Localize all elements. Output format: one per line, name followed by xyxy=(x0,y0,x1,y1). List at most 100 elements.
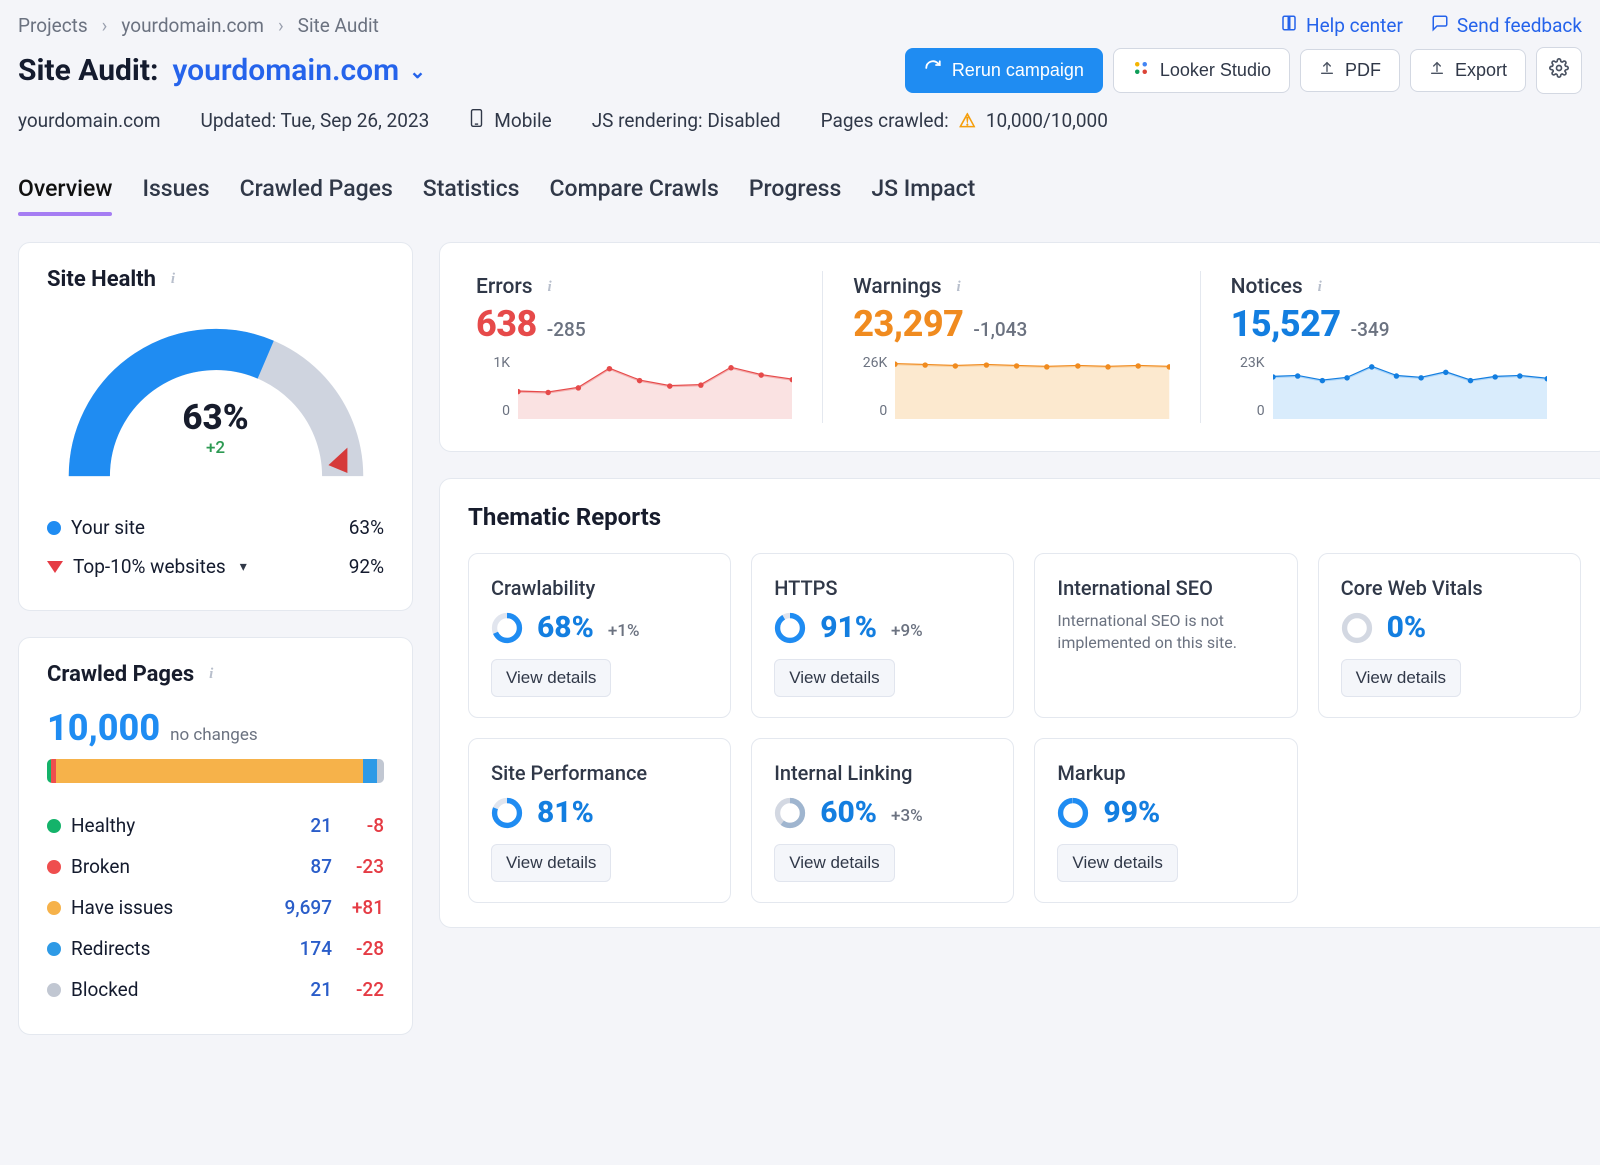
domain-select-label: yourdomain.com xyxy=(172,53,399,88)
report-core-web-vitals: Core Web Vitals 0% View details xyxy=(1318,553,1581,718)
chat-icon xyxy=(1431,14,1449,37)
report-internal-linking: Internal Linking 60% +3% View details xyxy=(751,738,1014,903)
rerun-campaign-button[interactable]: Rerun campaign xyxy=(905,48,1103,93)
kpi-notices[interactable]: Noticesi 15,527 -349 23K0 xyxy=(1200,271,1577,423)
kpi-errors[interactable]: Errorsi 638 -285 1K0 xyxy=(472,271,822,423)
kpi-card: Errorsi 638 -285 1K0 xyxy=(439,242,1600,452)
tab-crawled-pages[interactable]: Crawled Pages xyxy=(240,165,393,216)
info-icon[interactable]: i xyxy=(950,278,968,296)
dot-icon xyxy=(47,819,61,833)
kpi-notices-value: 15,527 xyxy=(1231,303,1341,345)
send-feedback-link[interactable]: Send feedback xyxy=(1431,14,1582,37)
crawl-row-broken[interactable]: Broken 87 -23 xyxy=(47,846,384,887)
breadcrumb-projects[interactable]: Projects xyxy=(18,14,88,37)
view-details-button[interactable]: View details xyxy=(1057,844,1177,882)
looker-studio-button[interactable]: Looker Studio xyxy=(1113,48,1290,93)
kpi-warnings[interactable]: Warningsi 23,297 -1,043 26K0 xyxy=(822,271,1199,423)
notices-sparkline xyxy=(1273,355,1547,419)
js-rendering-label: JS rendering: Disabled xyxy=(592,109,781,132)
tab-compare-crawls[interactable]: Compare Crawls xyxy=(550,165,719,216)
legend-top10[interactable]: Top-10% websites▾ 92% xyxy=(47,547,384,586)
crawl-row-redirects[interactable]: Redirects 174 -28 xyxy=(47,928,384,969)
tab-progress[interactable]: Progress xyxy=(749,165,842,216)
view-details-button[interactable]: View details xyxy=(491,844,611,882)
intl-seo-note: International SEO is not implemented on … xyxy=(1057,610,1274,655)
view-details-button[interactable]: View details xyxy=(491,659,611,697)
pdf-button[interactable]: PDF xyxy=(1300,49,1400,92)
settings-button[interactable] xyxy=(1536,47,1582,94)
looker-label: Looker Studio xyxy=(1160,60,1271,81)
triangle-down-icon xyxy=(47,561,63,573)
domain-select[interactable]: yourdomain.com ⌄ xyxy=(172,53,425,88)
legend-your-site: Your site 63% xyxy=(47,508,384,547)
tab-js-impact[interactable]: JS Impact xyxy=(871,165,975,216)
dot-icon xyxy=(47,901,61,915)
view-details-button[interactable]: View details xyxy=(774,659,894,697)
export-label: Export xyxy=(1455,60,1507,81)
chevron-down-icon: ⌄ xyxy=(409,59,426,83)
info-icon[interactable]: i xyxy=(1311,278,1329,296)
crawlability-value: 68% xyxy=(537,610,594,645)
progress-ring-icon xyxy=(1057,797,1089,829)
kpi-errors-delta: -285 xyxy=(547,318,586,341)
page-title: Site Audit: xyxy=(18,53,158,88)
breadcrumb-current: Site Audit xyxy=(298,14,379,37)
progress-ring-icon xyxy=(491,797,523,829)
device-label: Mobile xyxy=(469,108,551,133)
crawled-pages-bar xyxy=(47,759,384,783)
info-icon[interactable]: i xyxy=(164,271,182,289)
warnings-sparkline xyxy=(895,355,1169,419)
https-value: 91% xyxy=(820,610,877,645)
thematic-reports-card: Thematic Reports Crawlability 68% +1% xyxy=(439,478,1600,928)
upload-icon xyxy=(1319,60,1335,81)
crawled-pages-card: Crawled Pages i 10,000 no changes Heal xyxy=(18,637,413,1035)
crawl-row-healthy[interactable]: Healthy 21 -8 xyxy=(47,805,384,846)
chevron-right-icon: › xyxy=(102,14,108,37)
pages-crawled: Pages crawled: ⚠ 10,000/10,000 xyxy=(821,109,1108,132)
thematic-title: Thematic Reports xyxy=(468,503,661,531)
tab-issues[interactable]: Issues xyxy=(142,165,209,216)
gauge-value: 63% xyxy=(51,397,381,438)
view-details-button[interactable]: View details xyxy=(774,844,894,882)
progress-ring-icon xyxy=(774,797,806,829)
site-health-card: Site Health i 63% +2 xyxy=(18,242,413,611)
tab-statistics[interactable]: Statistics xyxy=(423,165,520,216)
breadcrumb: Projects › yourdomain.com › Site Audit xyxy=(18,14,379,37)
crawl-row-have-issues[interactable]: Have issues 9,697 +81 xyxy=(47,887,384,928)
dot-icon xyxy=(47,942,61,956)
view-details-button[interactable]: View details xyxy=(1341,659,1461,697)
updated-label: Updated: Tue, Sep 26, 2023 xyxy=(201,109,430,132)
linking-value: 60% xyxy=(820,795,877,830)
chevron-down-icon: ▾ xyxy=(240,559,247,575)
upload-icon xyxy=(1429,60,1445,81)
cwv-value: 0% xyxy=(1387,610,1427,645)
tab-overview[interactable]: Overview xyxy=(18,165,112,216)
pdf-label: PDF xyxy=(1345,60,1381,81)
help-label: Help center xyxy=(1306,14,1403,37)
dot-icon xyxy=(47,983,61,997)
crawled-pages-sub: no changes xyxy=(170,725,258,745)
progress-ring-icon xyxy=(774,612,806,644)
crawl-row-blocked[interactable]: Blocked 21 -22 xyxy=(47,969,384,1010)
dot-icon xyxy=(47,521,61,535)
kpi-warnings-delta: -1,043 xyxy=(973,318,1027,341)
progress-ring-icon xyxy=(1341,612,1373,644)
book-icon xyxy=(1280,14,1298,37)
gear-icon xyxy=(1549,58,1569,83)
kpi-notices-delta: -349 xyxy=(1351,318,1390,341)
info-icon[interactable]: i xyxy=(202,666,220,684)
chevron-right-icon: › xyxy=(278,14,284,37)
perf-value: 81% xyxy=(537,795,594,830)
kpi-warnings-value: 23,297 xyxy=(853,303,963,345)
kpi-errors-value: 638 xyxy=(476,303,537,345)
crawled-pages-total[interactable]: 10,000 xyxy=(47,707,160,749)
info-icon[interactable]: i xyxy=(541,278,559,296)
breadcrumb-domain[interactable]: yourdomain.com xyxy=(121,14,264,37)
looker-icon xyxy=(1132,59,1150,82)
domain-plain: yourdomain.com xyxy=(18,109,161,132)
site-health-gauge: 63% +2 xyxy=(51,302,381,492)
mobile-icon xyxy=(469,108,484,133)
help-center-link[interactable]: Help center xyxy=(1280,14,1403,37)
export-button[interactable]: Export xyxy=(1410,49,1526,92)
progress-ring-icon xyxy=(491,612,523,644)
